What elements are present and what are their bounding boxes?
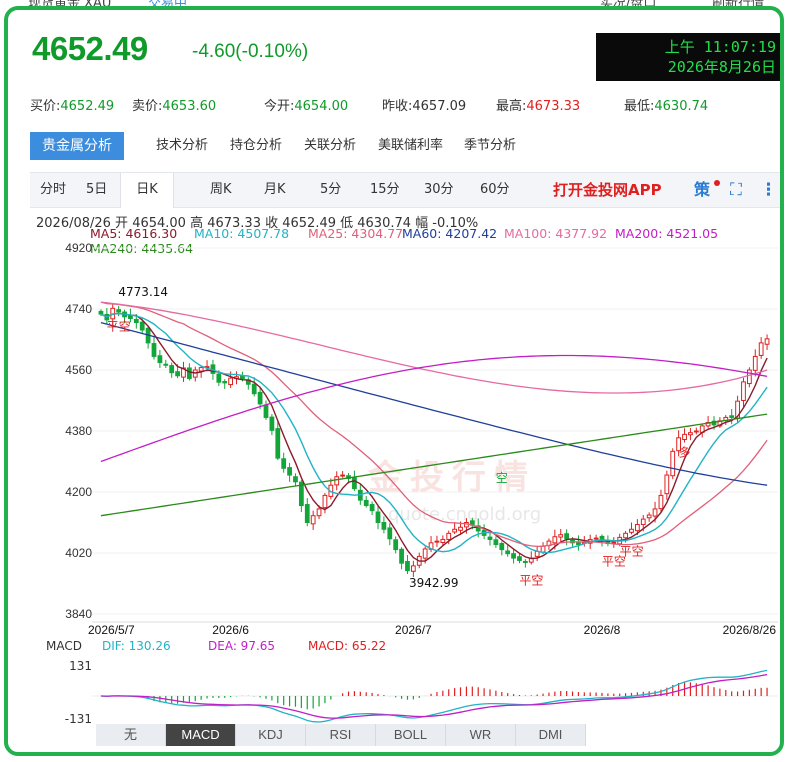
candle bbox=[764, 334, 770, 351]
candle bbox=[381, 516, 387, 534]
candle bbox=[699, 423, 705, 438]
candle bbox=[452, 522, 458, 535]
candle bbox=[328, 478, 334, 500]
candle bbox=[363, 496, 369, 508]
high-point-label: 4773.14 bbox=[118, 285, 168, 299]
x-tick-label: 2026/6 bbox=[212, 623, 249, 637]
signal-marker: 平空 bbox=[519, 573, 543, 587]
candle bbox=[705, 416, 711, 429]
candle bbox=[717, 417, 723, 428]
candle bbox=[293, 473, 298, 486]
ma100-line bbox=[100, 301, 768, 394]
candle bbox=[558, 528, 564, 542]
candle bbox=[646, 512, 652, 522]
candle bbox=[658, 489, 664, 513]
candle bbox=[281, 452, 287, 473]
candle bbox=[169, 362, 175, 378]
y-tick-label: 4020 bbox=[65, 546, 92, 560]
y-tick-label: 4380 bbox=[65, 424, 92, 438]
y-tick-label: 4920 bbox=[65, 241, 92, 255]
candle bbox=[729, 408, 735, 425]
candle bbox=[287, 462, 292, 482]
candle bbox=[440, 535, 446, 545]
indicator-tab[interactable]: KDJ bbox=[236, 724, 306, 746]
macd-tick-top: 131 bbox=[69, 659, 92, 673]
candle bbox=[310, 510, 316, 530]
candle bbox=[269, 414, 275, 436]
candle bbox=[693, 427, 699, 435]
macd-value: MACD: 65.22 bbox=[308, 639, 386, 653]
candle bbox=[340, 470, 346, 478]
signal-marker: 多 bbox=[679, 445, 691, 459]
candle bbox=[682, 428, 687, 443]
candle bbox=[629, 522, 634, 535]
x-tick-label: 2026/5/7 bbox=[88, 623, 135, 637]
ma25-line bbox=[100, 301, 768, 548]
ma60-line bbox=[100, 321, 768, 486]
macd-dea: DEA: 97.65 bbox=[208, 639, 275, 653]
macd-dif: DIF: 130.26 bbox=[102, 639, 171, 653]
candle bbox=[522, 559, 528, 568]
quote-panel: 4652.49 -4.60(-0.10%) 上午 11:07:19 2026年8… bbox=[4, 6, 784, 756]
candle bbox=[369, 501, 375, 516]
candle bbox=[399, 547, 404, 570]
macd-title: MACD bbox=[46, 639, 82, 653]
candle bbox=[670, 448, 676, 480]
candle bbox=[741, 377, 746, 407]
low-point-label: 3942.99 bbox=[409, 576, 459, 590]
candle bbox=[116, 305, 122, 317]
indicator-tab[interactable]: DMI bbox=[516, 724, 586, 746]
candle bbox=[192, 366, 198, 382]
y-tick-label: 4560 bbox=[65, 363, 92, 377]
candle bbox=[405, 555, 410, 575]
candle bbox=[181, 361, 186, 382]
candle bbox=[546, 538, 552, 550]
candle bbox=[664, 470, 670, 500]
candle bbox=[481, 524, 487, 540]
kline-chart[interactable]: 4920 4740 4560 4380 4200 4020 3840 2026/5/7 2026… bbox=[8, 10, 780, 752]
candle bbox=[245, 377, 251, 390]
candle bbox=[393, 536, 399, 554]
candle bbox=[611, 537, 617, 548]
candle bbox=[434, 535, 440, 547]
indicator-tab[interactable]: MACD bbox=[166, 724, 236, 746]
indicator-tab[interactable]: WR bbox=[446, 724, 516, 746]
x-tick-label: 2026/8/26 bbox=[723, 623, 777, 637]
indicator-tab[interactable]: 无 bbox=[96, 724, 166, 746]
x-tick-label: 2026/8 bbox=[584, 623, 621, 637]
indicator-tab[interactable]: RSI bbox=[306, 724, 376, 746]
signal-marker: 平空 bbox=[620, 544, 644, 558]
x-tick-label: 2026/7 bbox=[395, 623, 432, 637]
y-tick-label: 4200 bbox=[65, 485, 92, 499]
y-tick-label: 3840 bbox=[65, 607, 92, 621]
candle bbox=[746, 367, 752, 388]
candle bbox=[493, 536, 499, 548]
ma5-line bbox=[100, 312, 768, 562]
candle bbox=[487, 532, 493, 546]
candle bbox=[576, 535, 581, 551]
candle bbox=[304, 498, 310, 527]
indicator-tab[interactable]: BOLL bbox=[376, 724, 446, 746]
candle bbox=[387, 523, 393, 546]
candle bbox=[758, 337, 764, 359]
candle bbox=[163, 359, 169, 368]
candle bbox=[222, 379, 228, 389]
candle bbox=[157, 350, 163, 368]
candle bbox=[752, 349, 758, 377]
candle bbox=[410, 560, 416, 578]
candle bbox=[334, 471, 340, 491]
candle bbox=[275, 421, 281, 461]
macd-tick-bottom: -131 bbox=[65, 712, 92, 726]
candle bbox=[263, 400, 269, 420]
candle bbox=[688, 427, 693, 441]
signal-marker: 空 bbox=[496, 471, 508, 485]
candle bbox=[151, 336, 157, 360]
signal-marker: 平空 bbox=[107, 319, 131, 333]
y-tick-label: 4740 bbox=[65, 302, 92, 316]
